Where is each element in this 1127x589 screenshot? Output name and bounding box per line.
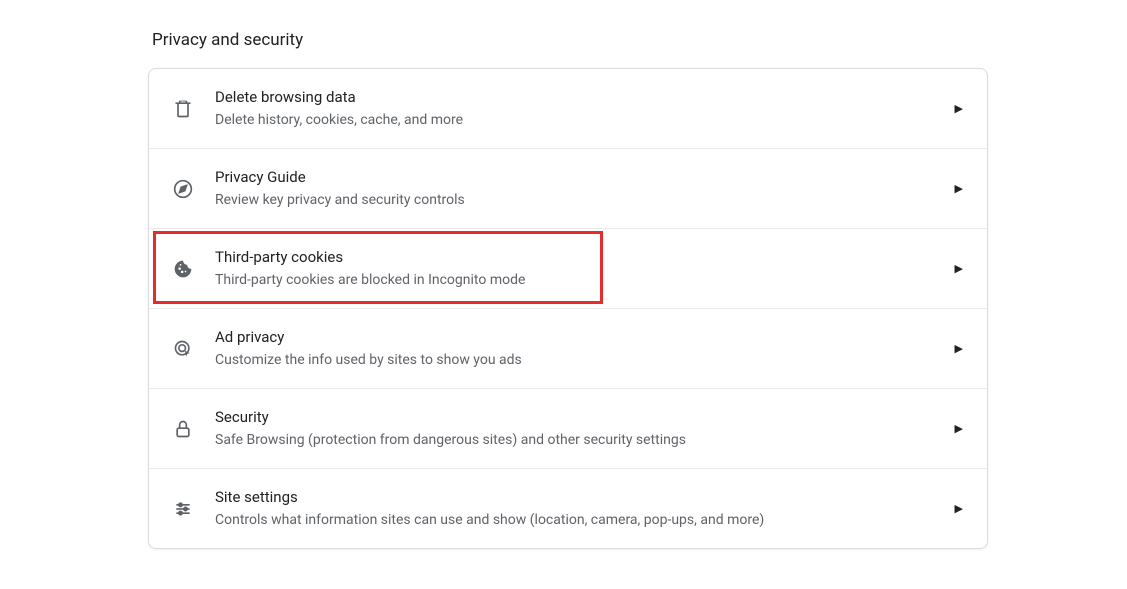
- row-subtitle: Delete history, cookies, cache, and more: [215, 109, 939, 131]
- row-security[interactable]: Security Safe Browsing (protection from …: [149, 389, 987, 469]
- chevron-right-icon: ▶: [955, 502, 963, 515]
- target-cursor-icon: [173, 339, 193, 359]
- sliders-icon: [173, 499, 193, 519]
- row-title: Ad privacy: [215, 326, 939, 348]
- row-text: Third-party cookies Third-party cookies …: [215, 246, 939, 291]
- row-text: Privacy Guide Review key privacy and sec…: [215, 166, 939, 211]
- row-title: Third-party cookies: [215, 246, 939, 268]
- chevron-right-icon: ▶: [955, 422, 963, 435]
- row-text: Delete browsing data Delete history, coo…: [215, 86, 939, 131]
- settings-card: Delete browsing data Delete history, coo…: [148, 68, 988, 549]
- compass-icon: [173, 179, 193, 199]
- row-title: Security: [215, 406, 939, 428]
- chevron-right-icon: ▶: [955, 342, 963, 355]
- row-delete-browsing-data[interactable]: Delete browsing data Delete history, coo…: [149, 69, 987, 149]
- cookie-icon: [173, 259, 193, 279]
- lock-icon: [173, 419, 193, 439]
- row-subtitle: Review key privacy and security controls: [215, 189, 939, 211]
- row-subtitle: Third-party cookies are blocked in Incog…: [215, 269, 939, 291]
- chevron-right-icon: ▶: [955, 182, 963, 195]
- row-site-settings[interactable]: Site settings Controls what information …: [149, 469, 987, 548]
- section-title: Privacy and security: [148, 30, 988, 50]
- row-title: Delete browsing data: [215, 86, 939, 108]
- row-subtitle: Customize the info used by sites to show…: [215, 349, 939, 371]
- row-subtitle: Safe Browsing (protection from dangerous…: [215, 429, 939, 451]
- row-ad-privacy[interactable]: Ad privacy Customize the info used by si…: [149, 309, 987, 389]
- row-text: Security Safe Browsing (protection from …: [215, 406, 939, 451]
- chevron-right-icon: ▶: [955, 102, 963, 115]
- row-privacy-guide[interactable]: Privacy Guide Review key privacy and sec…: [149, 149, 987, 229]
- row-third-party-cookies[interactable]: Third-party cookies Third-party cookies …: [149, 229, 987, 309]
- row-text: Ad privacy Customize the info used by si…: [215, 326, 939, 371]
- row-text: Site settings Controls what information …: [215, 486, 939, 531]
- privacy-section: Privacy and security Delete browsing dat…: [148, 30, 988, 549]
- row-subtitle: Controls what information sites can use …: [215, 509, 939, 531]
- chevron-right-icon: ▶: [955, 262, 963, 275]
- trash-icon: [173, 99, 193, 119]
- row-title: Site settings: [215, 486, 939, 508]
- row-title: Privacy Guide: [215, 166, 939, 188]
